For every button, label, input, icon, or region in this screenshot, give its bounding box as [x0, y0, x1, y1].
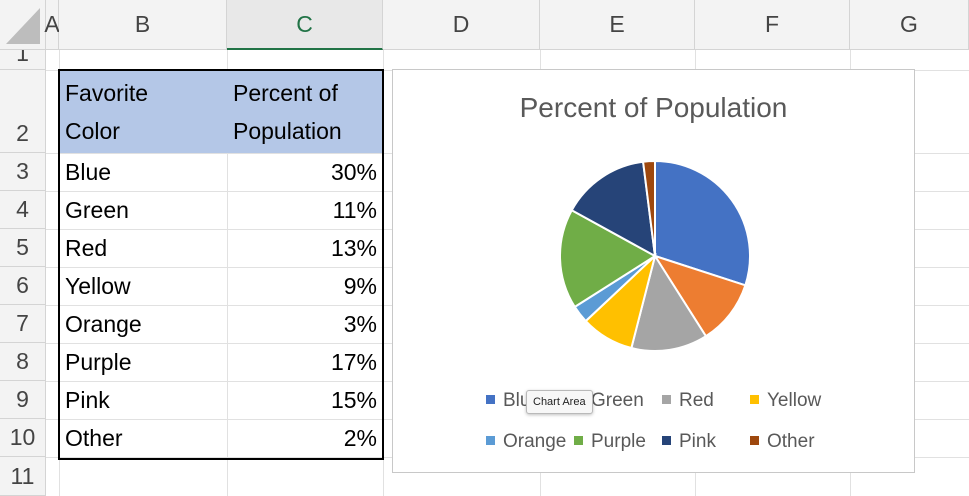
column-header-a[interactable]: A [44, 0, 60, 50]
row-label: 6 [16, 272, 29, 298]
legend-item-pink[interactable]: Pink [662, 431, 716, 453]
row-header-9[interactable]: 9 [0, 381, 46, 419]
row-header-11[interactable]: 11 [0, 457, 46, 496]
cell-percent[interactable]: 9% [227, 267, 383, 305]
row-label: 4 [16, 196, 29, 222]
cell-percent[interactable]: 17% [227, 343, 383, 381]
row-label: 1 [16, 50, 29, 66]
chart-area[interactable]: Percent of Population Blue Green Red Yel… [392, 69, 915, 473]
cell-percent[interactable]: 11% [227, 191, 383, 229]
table-header-color[interactable]: Favorite Color [59, 74, 227, 150]
column-label: C [296, 10, 313, 37]
legend-label: Orange [503, 431, 567, 452]
row-header-8[interactable]: 8 [0, 343, 46, 381]
cell-percent[interactable]: 2% [227, 419, 383, 457]
grid-line [383, 50, 384, 496]
cell-color[interactable]: Pink [59, 381, 227, 419]
legend-item-yellow[interactable]: Yellow [750, 390, 821, 412]
column-header-f[interactable]: F [695, 0, 850, 50]
legend-label: Pink [679, 431, 716, 452]
column-header-b[interactable]: B [59, 0, 227, 50]
chart-area-tooltip: Chart Area [526, 390, 593, 414]
cell-color[interactable]: Red [59, 229, 227, 267]
column-header-c[interactable]: C [227, 0, 383, 50]
cell-percent[interactable]: 3% [227, 305, 383, 343]
column-label: G [900, 11, 918, 37]
column-label: F [764, 11, 780, 37]
legend-item-red[interactable]: Red [662, 390, 714, 412]
cell-percent[interactable]: 15% [227, 381, 383, 419]
cell-percent[interactable]: 13% [227, 229, 383, 267]
row-header-10[interactable]: 10 [0, 419, 46, 457]
select-all-corner[interactable] [0, 0, 46, 50]
cell-color[interactable]: Yellow [59, 267, 227, 305]
column-label: D [452, 11, 470, 37]
row-label: 10 [9, 424, 36, 450]
column-header-e[interactable]: E [540, 0, 695, 50]
row-header-6[interactable]: 6 [0, 267, 46, 305]
row-header-3[interactable]: 3 [0, 153, 46, 191]
header-line: Percent of [233, 80, 338, 106]
header-line: Favorite [65, 80, 149, 106]
row-header-7[interactable]: 7 [0, 305, 46, 343]
legend-swatch [574, 436, 583, 445]
row-header-4[interactable]: 4 [0, 191, 46, 229]
row-label: 8 [16, 348, 29, 374]
legend-swatch [750, 395, 759, 404]
cell-color[interactable]: Blue [59, 153, 227, 191]
legend-swatch [750, 436, 759, 445]
cell-color[interactable]: Other [59, 419, 227, 457]
cell-color[interactable]: Orange [59, 305, 227, 343]
column-header-g[interactable]: G [850, 0, 969, 50]
legend-item-other[interactable]: Other [750, 431, 815, 453]
legend-label: Red [679, 390, 714, 411]
pie-chart[interactable] [393, 70, 914, 472]
cell-percent[interactable]: 30% [227, 153, 383, 191]
legend-label: Yellow [767, 390, 822, 411]
cell-color[interactable]: Purple [59, 343, 227, 381]
legend-label: Purple [591, 431, 646, 452]
row-label: 3 [16, 158, 29, 184]
row-header-2[interactable]: 2 [0, 70, 46, 153]
row-header-5[interactable]: 5 [0, 229, 46, 267]
row-label: 2 [16, 120, 29, 146]
header-line: Color [65, 118, 120, 144]
column-label: B [134, 11, 151, 37]
row-label: 9 [16, 386, 29, 412]
column-header-d[interactable]: D [383, 0, 540, 50]
legend-swatch [662, 395, 671, 404]
legend-label: Green [591, 390, 644, 411]
legend-label: Other [767, 431, 815, 452]
legend-swatch [486, 436, 495, 445]
legend-item-purple[interactable]: Purple [574, 431, 646, 453]
row-label: 5 [16, 234, 29, 260]
select-all-triangle-icon [6, 8, 40, 44]
cell-color[interactable]: Green [59, 191, 227, 229]
column-label: A [44, 11, 60, 37]
row-label: 7 [16, 310, 29, 336]
row-label: 11 [10, 463, 35, 489]
legend-item-orange[interactable]: Orange [486, 431, 566, 453]
legend-swatch [486, 395, 495, 404]
legend-swatch [662, 436, 671, 445]
row-header-1[interactable]: 1 [0, 50, 46, 70]
header-line: Population [233, 118, 342, 144]
column-label: E [609, 11, 625, 37]
table-header-percent[interactable]: Percent of Population [227, 74, 383, 150]
